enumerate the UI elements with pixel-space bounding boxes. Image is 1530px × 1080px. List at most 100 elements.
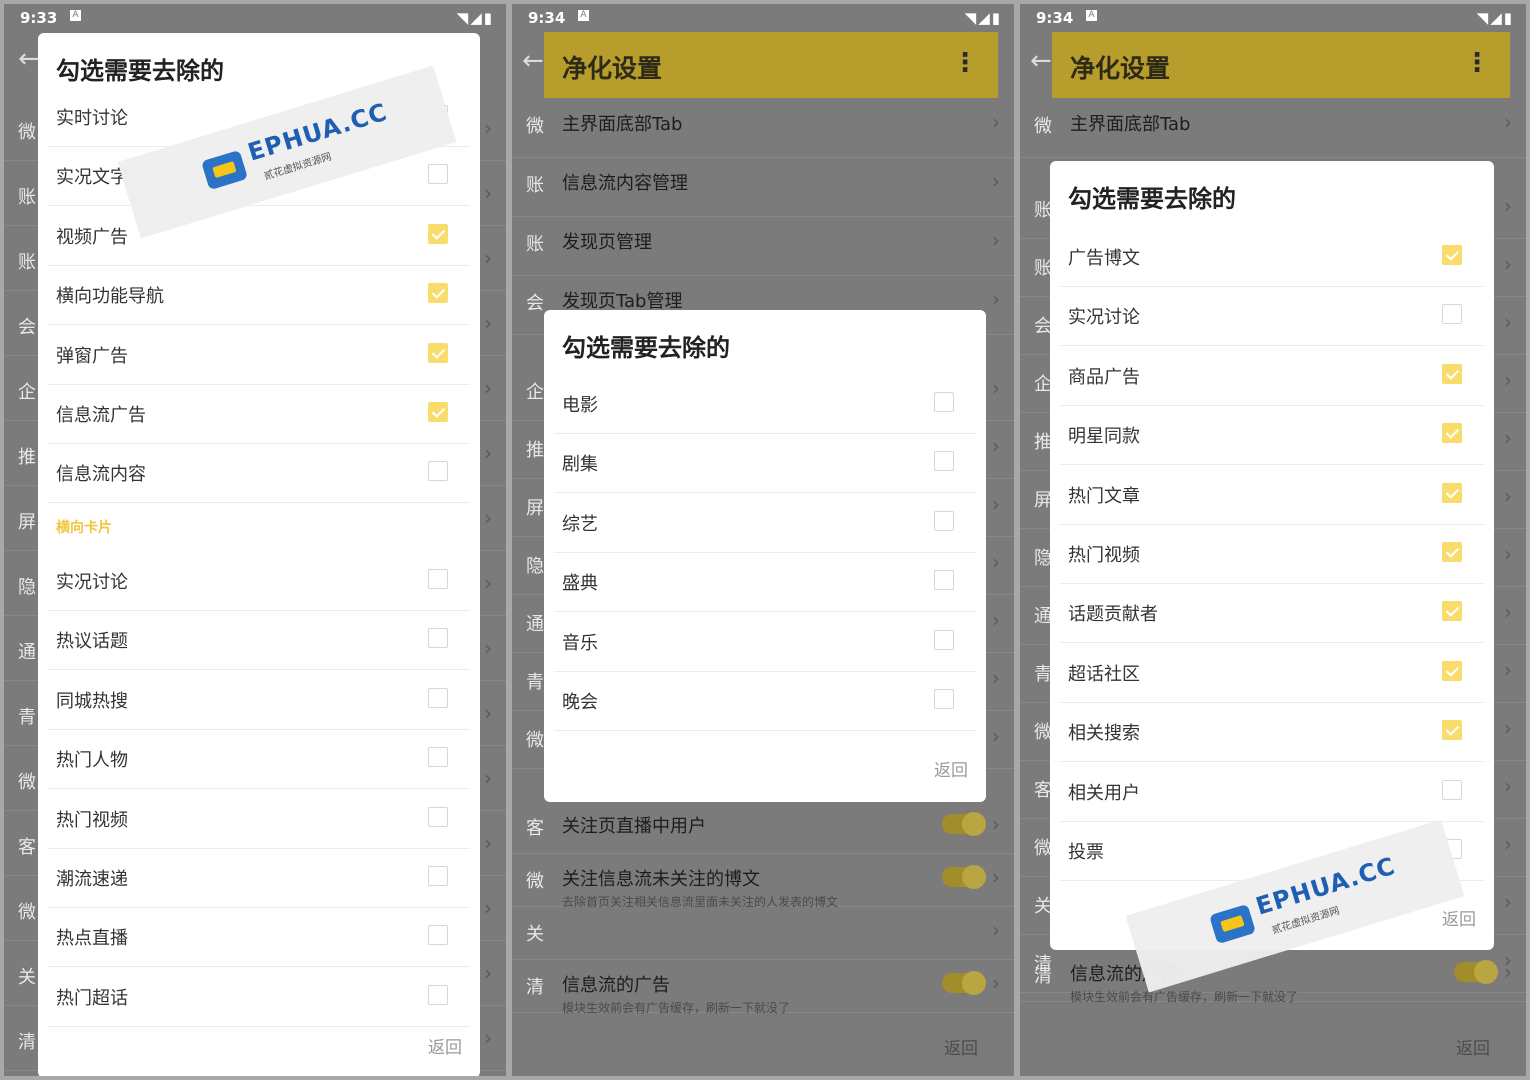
more-menu-icon[interactable]: ⋮ [1464,48,1490,78]
checkbox-unchecked[interactable] [934,451,954,472]
checkbox-item[interactable]: 热门超话 [48,967,470,1027]
background-row-initial: 隐 [18,577,36,598]
checkbox-unchecked[interactable] [428,628,448,649]
checkbox-item[interactable]: 盛典 [554,552,976,613]
settings-row[interactable]: 关 › [512,906,1014,960]
checkbox-item[interactable]: 音乐 [554,612,976,672]
checkbox-item[interactable]: 实况讨论 [48,551,470,611]
checkbox-unchecked[interactable] [428,687,448,708]
checkbox-item[interactable]: 信息流内容 [48,443,470,504]
checkbox-checked[interactable] [428,283,448,304]
checkbox-item[interactable]: 相关搜索 [1060,702,1484,763]
toggle-switch[interactable] [942,971,986,995]
background-row-initial: 企 [526,382,544,403]
checkbox-unchecked[interactable] [428,984,448,1005]
settings-row[interactable]: 微关注信息流未关注的博文 去除首页关注相关信息流里面未关注的人发表的博文 › [512,853,1014,909]
checkbox-item-label: 信息流广告 [56,405,146,426]
bottom-return-button[interactable]: 返回 [944,1034,978,1059]
checkbox-unchecked[interactable] [934,392,954,412]
checkbox-checked[interactable] [428,402,448,422]
settings-row[interactable]: 账信息流内容管理 › [512,157,1014,217]
checkbox-item[interactable]: 实况讨论 [1060,286,1484,347]
checkbox-item-label: 综艺 [562,513,598,535]
checkbox-item[interactable]: 潮流速递 [48,848,470,908]
checkbox-checked[interactable] [1442,601,1462,622]
checkbox-item[interactable]: 视频广告 [48,206,470,266]
chevron-right-icon: › [992,608,1000,632]
checkbox-item[interactable]: 弹窗广告 [48,325,470,385]
checkbox-item[interactable]: 热议话题 [48,610,470,671]
checkbox-checked[interactable] [1442,542,1462,562]
checkbox-unchecked[interactable] [934,689,954,709]
notification-icon: A [70,10,81,21]
checkbox-checked[interactable] [1442,363,1462,384]
toggle-switch[interactable] [942,865,986,889]
settings-row-label: 信息流内容管理 [562,173,688,194]
more-menu-icon[interactable]: ⋮ [952,48,978,78]
back-arrow-icon[interactable]: ← [1030,46,1052,76]
toggle-switch[interactable] [942,812,986,836]
checkbox-item[interactable]: 剧集 [554,433,976,494]
return-button[interactable]: 返回 [428,1033,462,1058]
checkbox-checked[interactable] [1442,423,1462,444]
checkbox-item[interactable]: 横向功能导航 [48,265,470,326]
background-row-initial: 关 [18,967,36,988]
checkbox-item[interactable]: 明星同款 [1060,405,1484,466]
settings-row[interactable]: 微主界面底部Tab › [1020,98,1526,158]
checkbox-item[interactable]: 商品广告 [1060,346,1484,406]
checkbox-item-label: 晚会 [562,692,598,713]
checkbox-item[interactable]: 电影 [554,374,976,434]
toggle-switch[interactable] [1454,960,1498,984]
checkbox-item[interactable]: 超话社区 [1060,643,1484,703]
checkbox-item[interactable]: 晚会 [554,671,976,731]
back-arrow-icon[interactable]: ← [522,46,544,76]
checkbox-unchecked[interactable] [428,747,448,768]
checkbox-item[interactable]: 信息流广告 [48,384,470,444]
settings-row[interactable]: 账发现页管理 › [512,216,1014,276]
checkbox-checked[interactable] [1442,660,1462,681]
checkbox-checked[interactable] [428,342,448,363]
chevron-right-icon: › [992,376,1000,400]
checkbox-unchecked[interactable] [428,461,448,482]
checkbox-unchecked[interactable] [1442,304,1462,325]
checkbox-item-label: 热门人物 [56,750,128,772]
checkbox-item[interactable]: 同城热搜 [48,670,470,730]
checkbox-checked[interactable] [1442,720,1462,741]
checkbox-checked[interactable] [428,223,448,244]
settings-row[interactable]: 清信息流的广告 模块生效前会有广告缓存，刷新一下就没了 › [1020,948,1526,1004]
return-button[interactable]: 返回 [1442,905,1476,930]
checkbox-item[interactable]: 相关用户 [1060,762,1484,822]
settings-row[interactable]: 微主界面底部Tab › [512,98,1014,158]
checkbox-item[interactable]: 热门视频 [1060,524,1484,584]
checkbox-unchecked[interactable] [1442,779,1462,800]
bottom-return-button[interactable]: 返回 [1456,1034,1490,1059]
checkbox-item[interactable]: 热门文章 [1060,465,1484,525]
checkbox-unchecked[interactable] [428,569,448,589]
background-row-initial: 清 [18,1032,36,1053]
settings-row[interactable]: 清信息流的广告 模块生效前会有广告缓存，刷新一下就没了 › [512,959,1014,1015]
screen-3: 9:34 A ◥◢▮ ← 净化设置 ⋮ 微主界面底部Tab › 账 › 账 › 会 › 企 › 推… [1020,4,1526,1076]
checkbox-item[interactable]: 广告博文 [1060,227,1484,287]
checkbox-checked[interactable] [1442,482,1462,503]
checkbox-unchecked[interactable] [428,806,448,827]
checkbox-item[interactable]: 热点直播 [48,907,470,968]
checkbox-item[interactable]: 热门人物 [48,729,470,790]
checkbox-item[interactable]: 综艺 [554,493,976,553]
settings-row-description: 模块生效前会有广告缓存，刷新一下就没了 [562,1001,791,1015]
checkbox-unchecked[interactable] [428,866,448,886]
checkbox-unchecked[interactable] [934,629,954,650]
checkbox-unchecked[interactable] [428,925,448,946]
back-arrow-icon[interactable]: ← [18,44,40,74]
checkbox-item[interactable]: 话题贡献者 [1060,583,1484,644]
checkbox-item[interactable]: 热门视频 [48,789,470,849]
checkbox-unchecked[interactable] [934,510,954,531]
checkbox-unchecked[interactable] [934,570,954,591]
background-row-initial: 青 [526,672,544,693]
settings-row-initial: 账 [526,175,544,196]
return-button[interactable]: 返回 [934,756,968,781]
checkbox-item-label: 潮流速递 [56,869,128,890]
checkbox-item-label: 实况文字 [56,167,128,189]
checkbox-unchecked[interactable] [428,164,448,185]
checkbox-checked[interactable] [1442,245,1462,265]
settings-row[interactable]: 客关注页直播中用户 › [512,800,1014,854]
